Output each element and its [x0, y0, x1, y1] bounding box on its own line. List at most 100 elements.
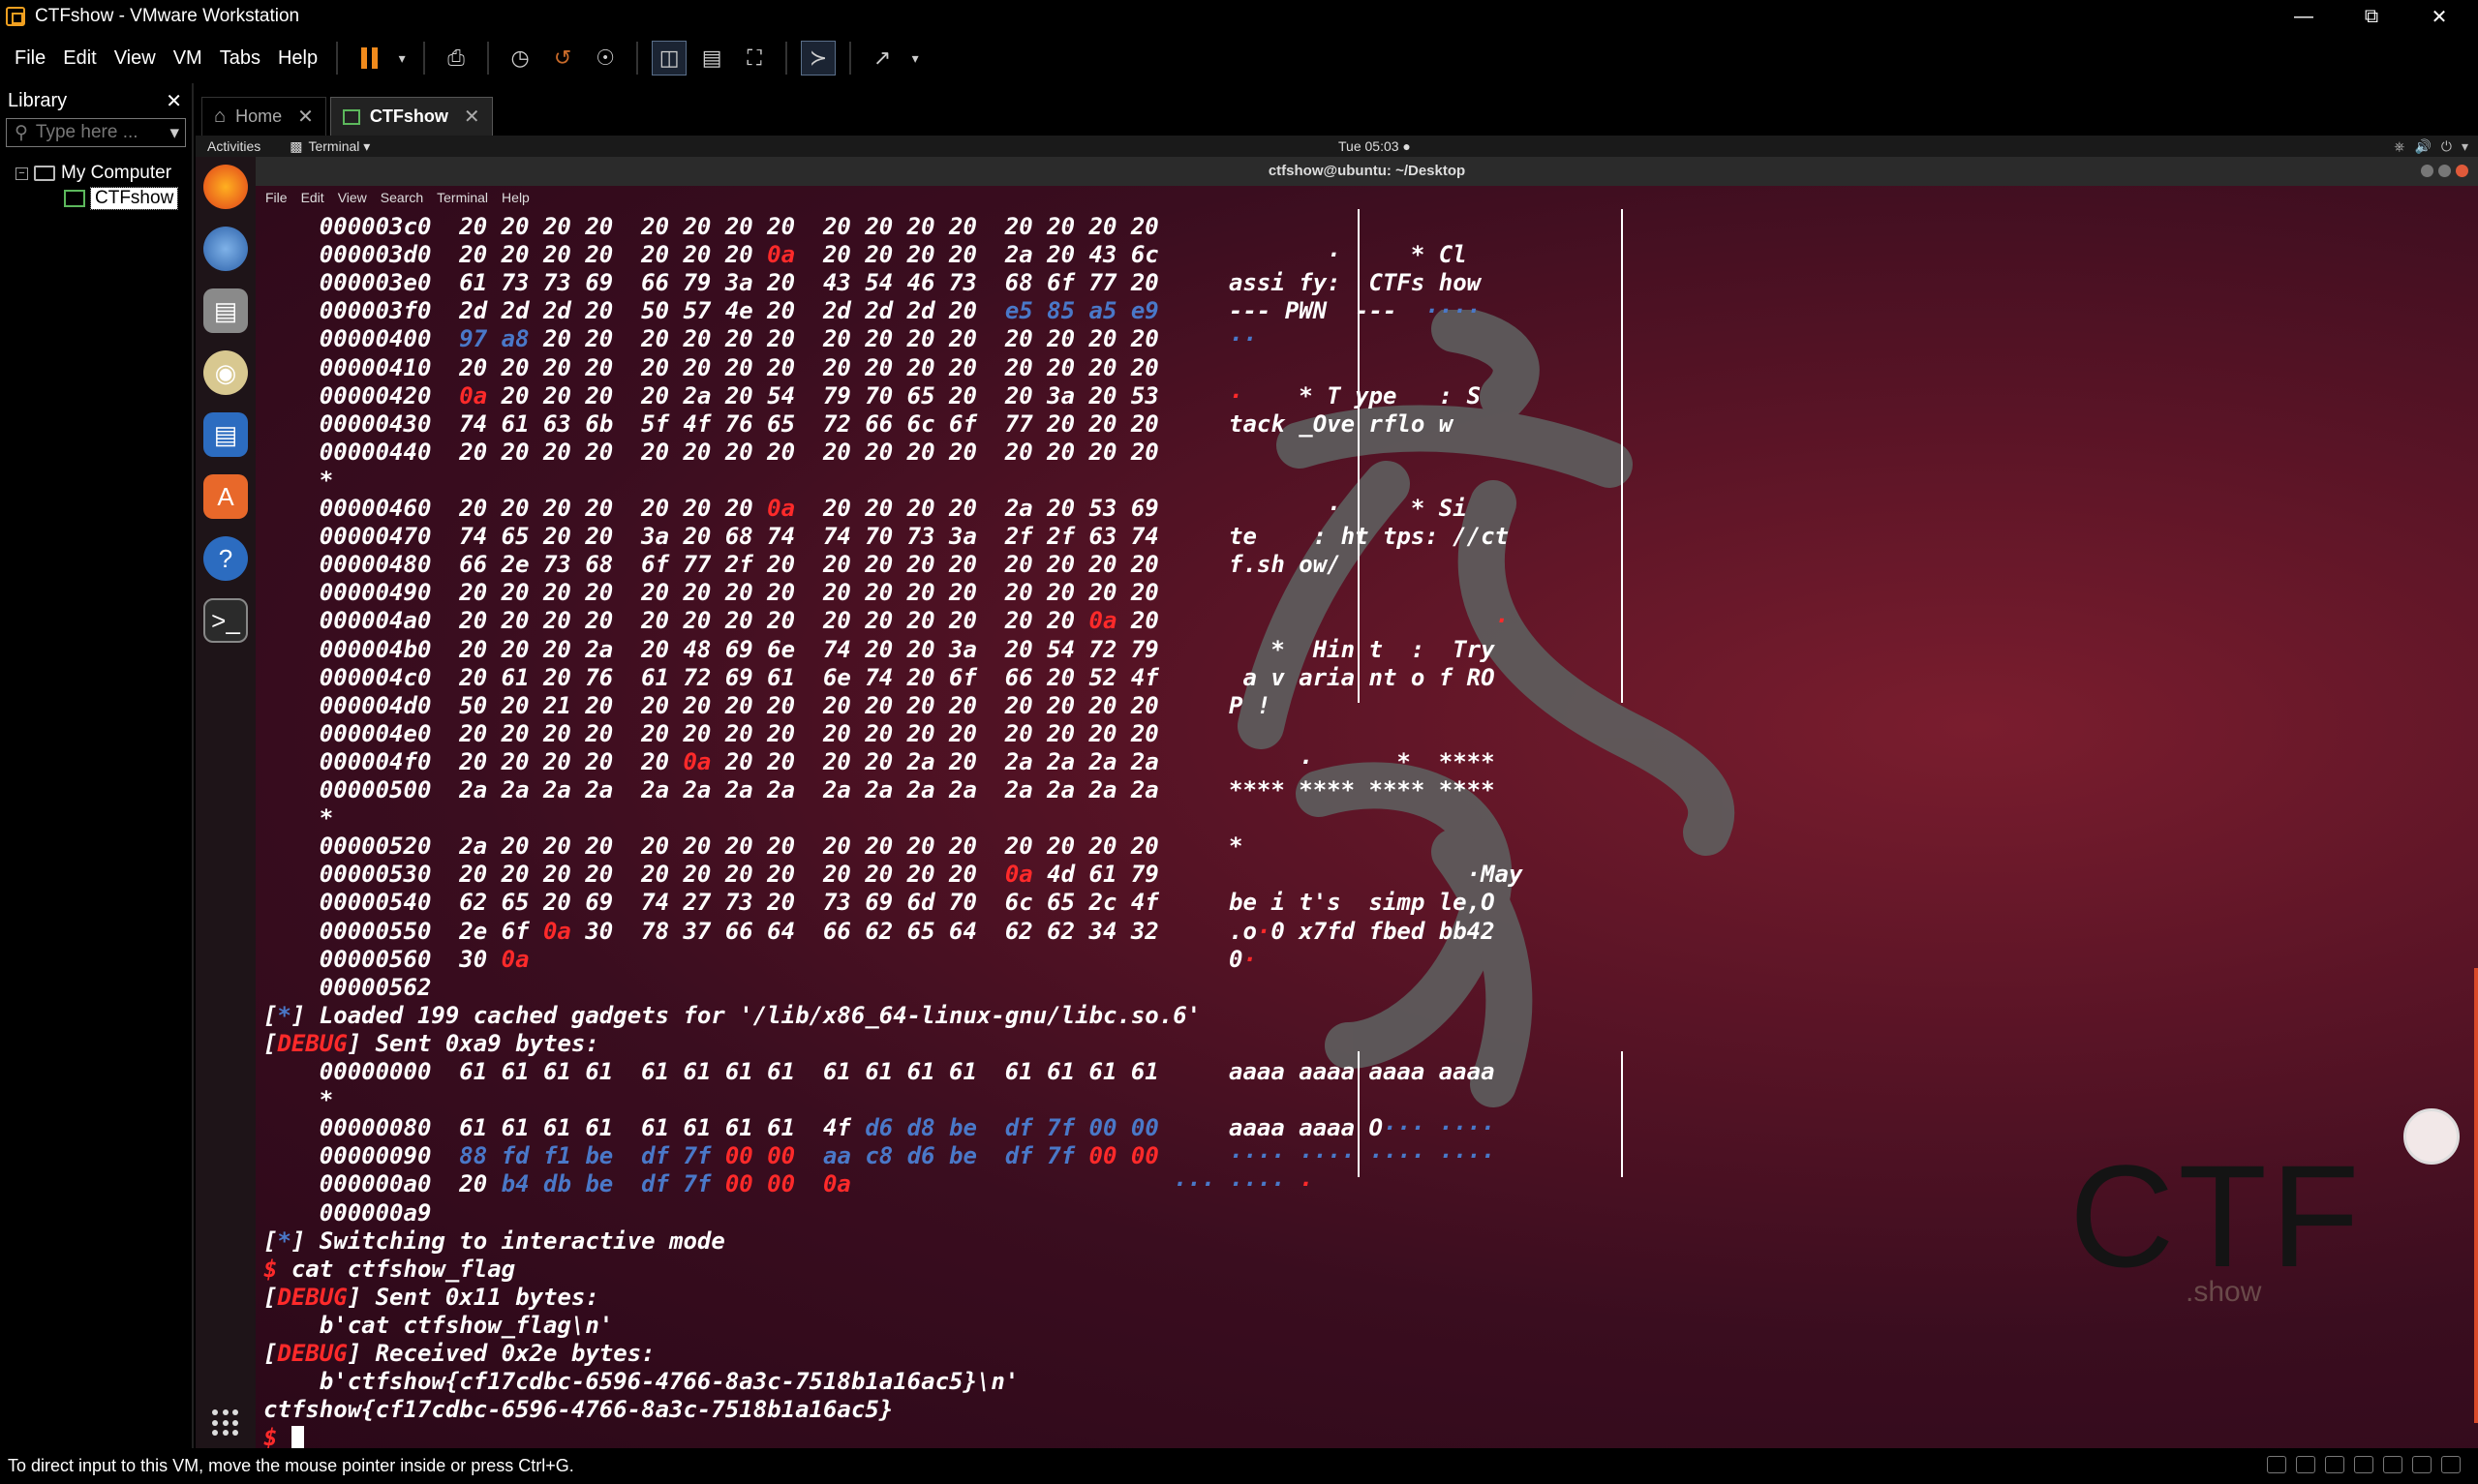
terminal-menu-view[interactable]: View — [338, 190, 367, 205]
system-tray[interactable]: ⎈ 🔊 ⏻ ▾ — [2394, 138, 2468, 155]
terminal-text-segment: 0a — [1004, 861, 1033, 889]
terminal-text-segment: 0a — [767, 495, 796, 522]
tab-home[interactable]: ⌂ Home ✕ — [201, 97, 326, 136]
files-icon[interactable]: ▤ — [203, 288, 248, 333]
menubar: File Edit View VM Tabs Help ▾ ⎙ ◷ ↺ ☉ ◫ … — [0, 33, 2478, 83]
thunderbird-icon[interactable] — [203, 227, 248, 271]
terminal-line: b'ctfshow{cf17cdbc-6596-4766-8a3c-7518b1… — [263, 1368, 1019, 1396]
terminal-text-segment: 00000410 20 20 20 20 20 20 20 20 20 20 2… — [263, 353, 1187, 381]
terminal-menu-edit[interactable]: Edit — [301, 190, 324, 205]
tree-item-ctfshow[interactable]: CTFshow — [0, 186, 192, 211]
menu-edit[interactable]: Edit — [54, 47, 105, 70]
usb-icon[interactable] — [2354, 1456, 2373, 1473]
thumbnail-bar-button[interactable]: ▤ — [694, 41, 729, 76]
library-close-icon[interactable]: ✕ — [166, 89, 182, 113]
terminal-text-segment: * — [263, 466, 334, 494]
vm-console[interactable]: Activities ▩ Terminal ▾ Tue 05:03 ● ⎈ 🔊 … — [196, 136, 2478, 1448]
full-screen-button[interactable]: ⛶ — [737, 41, 772, 76]
console-view-button[interactable]: ≻ — [801, 41, 837, 76]
display-icon[interactable] — [2412, 1456, 2432, 1473]
close-icon[interactable]: ✕ — [2405, 0, 2473, 33]
library-view-button[interactable]: ◫ — [652, 41, 688, 76]
library-search-placeholder: Type here ... — [35, 122, 138, 142]
terminal-line: 00000460 20 20 20 20 20 20 20 0a 20 20 2… — [263, 495, 1467, 523]
terminal-text-segment: 20 20 20 20 20 20 20 20 20 20 20 20 20 2… — [529, 325, 1230, 353]
menu-help[interactable]: Help — [269, 47, 326, 70]
terminal-text-segment: ctfshow{cf17cdbc-6596-4766-8a3c-7518b1a1… — [263, 1396, 894, 1424]
menu-vm[interactable]: VM — [165, 47, 211, 70]
terminal-text-segment: * — [277, 1001, 291, 1029]
terminal-maximize-icon[interactable] — [2438, 165, 2451, 177]
menu-tabs[interactable]: Tabs — [211, 47, 269, 70]
terminal-text-segment: 000004d0 50 20 21 20 20 20 20 20 20 20 2… — [263, 691, 1285, 719]
app-menu-label: Terminal ▾ — [308, 137, 371, 154]
toolbar-separator — [785, 42, 788, 75]
network-adapter-icon[interactable] — [2325, 1456, 2344, 1473]
sound-icon[interactable] — [2383, 1456, 2402, 1473]
avatar[interactable] — [2403, 1108, 2460, 1165]
activities-button[interactable]: Activities — [207, 138, 260, 154]
terminal-text-segment: 00 00 — [724, 1170, 796, 1198]
minimize-icon[interactable]: — — [2270, 0, 2338, 33]
tree-item-my-computer[interactable]: − My Computer — [0, 161, 192, 186]
terminal-text-segment: 0a — [542, 917, 571, 945]
terminal-menu-terminal[interactable]: Terminal — [437, 190, 488, 205]
terminal-text-segment: 00 00 — [1088, 1142, 1159, 1170]
help-icon[interactable]: ? — [203, 536, 248, 581]
revert-snapshot-button[interactable]: ↺ — [545, 41, 580, 76]
terminal-line: [DEBUG] Sent 0x11 bytes: — [263, 1284, 599, 1312]
writer-icon[interactable]: ▤ — [203, 412, 248, 457]
pause-dropdown-icon[interactable]: ▾ — [394, 41, 410, 76]
terminal-menu-search[interactable]: Search — [381, 190, 423, 205]
terminal-text-segment: 00000420 — [263, 381, 460, 409]
terminal-menu-help[interactable]: Help — [502, 190, 530, 205]
send-ctrl-alt-del-button[interactable]: ⎙ — [439, 41, 474, 76]
rhythmbox-icon[interactable]: ◉ — [203, 350, 248, 395]
collapse-icon[interactable]: − — [15, 167, 28, 180]
app-menu[interactable]: ▩ Terminal ▾ — [290, 138, 370, 155]
terminal-line: [*] Switching to interactive mode — [263, 1227, 725, 1256]
menu-file[interactable]: File — [6, 47, 54, 70]
cdrom-icon[interactable] — [2296, 1456, 2315, 1473]
search-icon: ⚲ — [15, 122, 28, 143]
terminal-text-segment: 00000480 66 2e 73 68 6f 77 2f 20 20 20 2… — [263, 551, 1356, 579]
restore-icon[interactable]: ⧉ — [2338, 0, 2405, 33]
hdd-icon[interactable] — [2267, 1456, 2286, 1473]
vmware-app-icon — [6, 7, 25, 26]
terminal-text-segment: aa c8 d6 be df 7f — [823, 1142, 1089, 1170]
library-search-input[interactable]: ⚲ Type here ... ▾ — [6, 118, 186, 147]
message-icon[interactable] — [2441, 1456, 2461, 1473]
software-icon[interactable]: A — [203, 474, 248, 519]
snapshot-button[interactable]: ◷ — [503, 41, 537, 76]
terminal-line: $ — [263, 1424, 304, 1448]
firefox-icon[interactable] — [203, 165, 248, 209]
search-dropdown-icon[interactable]: ▾ — [169, 122, 179, 144]
clock-icon: ◷ — [510, 45, 530, 70]
terminal-text-segment: 00000000 61 61 61 61 61 61 61 61 61 61 6… — [263, 1058, 1495, 1085]
tab-ctfshow[interactable]: CTFshow ✕ — [329, 97, 493, 136]
pause-button[interactable] — [352, 41, 386, 76]
snapshot-manager-button[interactable]: ☉ — [588, 41, 623, 76]
terminal-text-segment: 000003f0 2d 2d 2d 20 50 57 4e 20 2d 2d 2… — [263, 297, 1005, 325]
show-applications-icon[interactable] — [212, 1409, 239, 1437]
volume-icon: 🔊 — [2414, 137, 2432, 154]
terminal-text-segment: 00000080 61 61 61 61 61 61 61 61 4f — [263, 1114, 866, 1142]
stretch-guest-button[interactable]: ↗ — [865, 41, 900, 76]
terminal-menu-file[interactable]: File — [265, 190, 288, 205]
tab-label: Home — [235, 106, 283, 126]
tab-close-icon[interactable]: ✕ — [464, 105, 480, 129]
clock[interactable]: Tue 05:03 ● — [1338, 138, 1411, 154]
terminal-line: 000004b0 20 20 20 2a 20 48 69 6e 74 20 2… — [263, 636, 1495, 664]
device-icons — [2267, 1456, 2461, 1473]
tab-label: CTFshow — [369, 106, 448, 126]
stretch-dropdown-icon[interactable]: ▾ — [907, 41, 923, 76]
terminal-minimize-icon[interactable] — [2421, 165, 2433, 177]
terminal-line: 000003f0 2d 2d 2d 20 50 57 4e 20 2d 2d 2… — [263, 297, 1481, 325]
menu-view[interactable]: View — [106, 47, 165, 70]
terminal-close-icon[interactable] — [2456, 165, 2468, 177]
terminal-text-segment: 000004b0 20 20 20 2a 20 48 69 6e 74 20 2… — [263, 635, 1495, 663]
terminal-icon[interactable]: >_ — [203, 598, 248, 643]
tab-close-icon[interactable]: ✕ — [297, 105, 314, 129]
